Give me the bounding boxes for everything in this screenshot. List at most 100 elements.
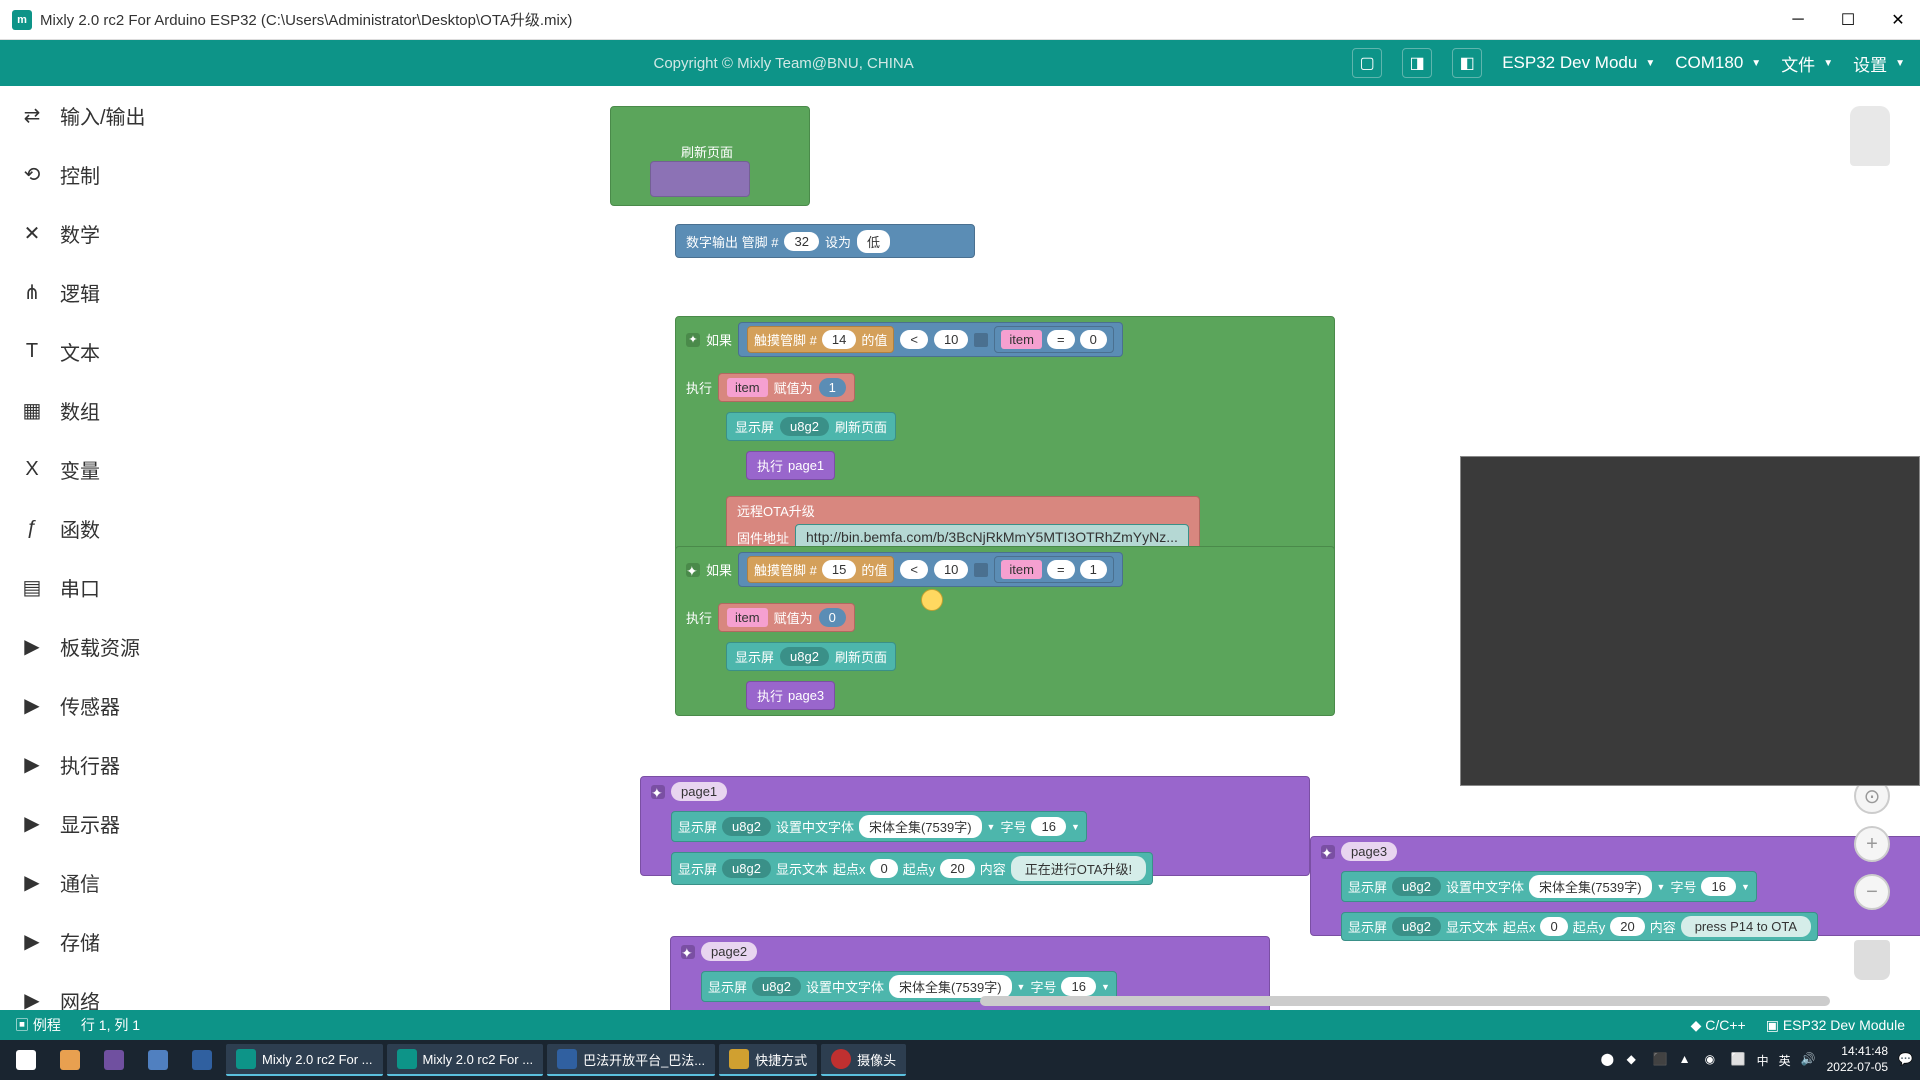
status-example[interactable]: ▣ 例程 [15, 1015, 61, 1035]
category-4[interactable]: T文本 [0, 322, 280, 381]
device-select[interactable]: u8g2 [780, 417, 829, 436]
block-if-2[interactable]: ✦ 如果 触摸管脚 # 15 的值 < 10 item = 1 [675, 546, 1335, 716]
block-if-1[interactable]: ✦ 如果 触摸管脚 # 14 的值 < 10 item = 0 [675, 316, 1335, 556]
category-0[interactable]: ⇄输入/输出 [0, 86, 280, 145]
device-select[interactable]: u8g2 [780, 647, 829, 666]
block-function-page1[interactable]: ✦ page1 显示屏 u8g2 设置中文字体 宋体全集(7539字)▼ 字号 … [640, 776, 1310, 876]
category-9[interactable]: ▶板载资源 [0, 617, 280, 676]
clock[interactable]: 14:41:48 2022-07-05 [1827, 1044, 1888, 1075]
category-1[interactable]: ⟲控制 [0, 145, 280, 204]
block-compare[interactable]: item = 0 [994, 326, 1113, 353]
block-display-refresh[interactable]: 显示屏 u8g2 刷新页面 [726, 642, 896, 671]
font-select[interactable]: 宋体全集(7539字) [859, 815, 982, 838]
variable-ref[interactable]: item [727, 378, 768, 397]
category-15[interactable]: ▶网络 [0, 971, 280, 1010]
toolbar-icon-1[interactable]: ▢ [1352, 48, 1382, 78]
block-function-page3[interactable]: ✦ page3 显示屏 u8g2 设置中文字体 宋体全集(7539字)▼ 字号 … [1310, 836, 1920, 936]
task-mixly-1[interactable]: Mixly 2.0 rc2 For ... [226, 1044, 383, 1076]
tray-icon[interactable]: ⬜ [1731, 1052, 1747, 1068]
x-input[interactable]: 0 [1540, 917, 1567, 936]
text-input[interactable]: press P14 to OTA [1681, 916, 1811, 937]
port-select[interactable]: COM180▼ [1675, 53, 1761, 73]
block-fragment[interactable] [650, 161, 750, 197]
gear-icon[interactable]: ✦ [686, 563, 700, 577]
category-6[interactable]: X变量 [0, 440, 280, 499]
tray-icon[interactable]: ⬛ [1653, 1052, 1669, 1068]
task-shortcut[interactable]: 快捷方式 [719, 1044, 817, 1076]
operator-select[interactable]: = [1047, 560, 1075, 579]
toolbar-icon-3[interactable]: ◧ [1452, 48, 1482, 78]
value-input[interactable]: 0 [1080, 330, 1107, 349]
value-input[interactable]: 0 [819, 608, 846, 627]
block-touch-read[interactable]: 触摸管脚 # 14 的值 [747, 326, 894, 353]
zoom-out-button[interactable]: − [1854, 874, 1890, 910]
block-digital-output[interactable]: 数字输出 管脚 # 32 设为 低 [675, 224, 975, 258]
task-camera[interactable]: 摄像头 [821, 1044, 906, 1076]
block-condition[interactable]: 触摸管脚 # 15 的值 < 10 item = 1 [738, 552, 1123, 587]
block-assign[interactable]: item 赋值为 0 [718, 603, 855, 632]
operator-select[interactable]: < [900, 560, 928, 579]
maximize-button[interactable]: ☐ [1838, 10, 1858, 30]
block-display-text[interactable]: 显示屏 u8g2 显示文本 起点x 0 起点y 20 内容 press P14 … [1341, 912, 1818, 941]
category-sidebar[interactable]: ⇄输入/输出⟲控制✕数学⋔逻辑T文本▦数组X变量ƒ函数▤串口▶板载资源▶传感器▶… [0, 86, 280, 1010]
variable-ref[interactable]: item [1001, 560, 1042, 579]
block-touch-read[interactable]: 触摸管脚 # 15 的值 [747, 556, 894, 583]
ime-indicator[interactable]: 中 [1757, 1052, 1769, 1069]
task-app-1[interactable] [50, 1044, 90, 1076]
operator-select[interactable]: = [1047, 330, 1075, 349]
block-compare[interactable]: item = 1 [994, 556, 1113, 583]
value-input[interactable]: 1 [819, 378, 846, 397]
font-select[interactable]: 宋体全集(7539字) [1529, 875, 1652, 898]
task-mixly-2[interactable]: Mixly 2.0 rc2 For ... [387, 1044, 544, 1076]
backpack-button[interactable] [1850, 106, 1890, 166]
block-exec-page[interactable]: 执行 page1 [746, 451, 835, 480]
variable-ref[interactable]: item [1001, 330, 1042, 349]
category-5[interactable]: ▦数组 [0, 381, 280, 440]
trash-icon[interactable] [1854, 940, 1890, 980]
category-12[interactable]: ▶显示器 [0, 794, 280, 853]
pin-input[interactable]: 14 [822, 330, 856, 349]
font-select[interactable]: 宋体全集(7539字) [889, 975, 1012, 998]
function-name[interactable]: page2 [701, 942, 757, 961]
category-14[interactable]: ▶存储 [0, 912, 280, 971]
category-3[interactable]: ⋔逻辑 [0, 263, 280, 322]
gear-icon[interactable]: ✦ [686, 333, 700, 347]
gear-icon[interactable]: ✦ [681, 945, 695, 959]
zoom-in-button[interactable]: + [1854, 826, 1890, 862]
category-2[interactable]: ✕数学 [0, 204, 280, 263]
category-8[interactable]: ▤串口 [0, 558, 280, 617]
start-button[interactable] [6, 1044, 46, 1076]
category-11[interactable]: ▶执行器 [0, 735, 280, 794]
board-select[interactable]: ESP32 Dev Modu▼ [1502, 53, 1655, 73]
function-name[interactable]: page3 [1341, 842, 1397, 861]
block-set-font[interactable]: 显示屏 u8g2 设置中文字体 宋体全集(7539字)▼ 字号 16▼ [671, 811, 1087, 842]
variable-ref[interactable]: item [727, 608, 768, 627]
task-app-4[interactable] [182, 1044, 222, 1076]
task-app-2[interactable] [94, 1044, 134, 1076]
volume-icon[interactable]: 🔊 [1801, 1052, 1817, 1068]
blockly-workspace[interactable]: 刷新页面 数字输出 管脚 # 32 设为 低 ✦ 如果 触摸管脚 # 14 [280, 86, 1920, 1010]
category-13[interactable]: ▶通信 [0, 853, 280, 912]
task-app-3[interactable] [138, 1044, 178, 1076]
y-input[interactable]: 20 [1610, 917, 1644, 936]
minimize-button[interactable]: ─ [1788, 10, 1808, 30]
tray-icon[interactable]: ⬤ [1601, 1052, 1617, 1068]
horizontal-scrollbar[interactable] [980, 996, 1830, 1006]
size-select[interactable]: 16 [1031, 817, 1065, 836]
block-assign[interactable]: item 赋值为 1 [718, 373, 855, 402]
pin-input[interactable]: 32 [784, 232, 818, 251]
tray-icon[interactable]: ▲ [1679, 1052, 1695, 1068]
text-input[interactable]: 正在进行OTA升级! [1011, 856, 1146, 881]
x-input[interactable]: 0 [870, 859, 897, 878]
block-exec-page[interactable]: 执行 page3 [746, 681, 835, 710]
function-name[interactable]: page1 [671, 782, 727, 801]
category-10[interactable]: ▶传感器 [0, 676, 280, 735]
notification-icon[interactable]: 💬 [1898, 1052, 1914, 1068]
block-display-refresh[interactable]: 显示屏 u8g2 刷新页面 [726, 412, 896, 441]
file-menu[interactable]: 文件▼ [1781, 51, 1833, 76]
y-input[interactable]: 20 [940, 859, 974, 878]
close-button[interactable]: ✕ [1888, 10, 1908, 30]
tray-icon[interactable]: ◆ [1627, 1052, 1643, 1068]
task-browser[interactable]: 巴法开放平台_巴法... [547, 1044, 715, 1076]
pin-input[interactable]: 15 [822, 560, 856, 579]
